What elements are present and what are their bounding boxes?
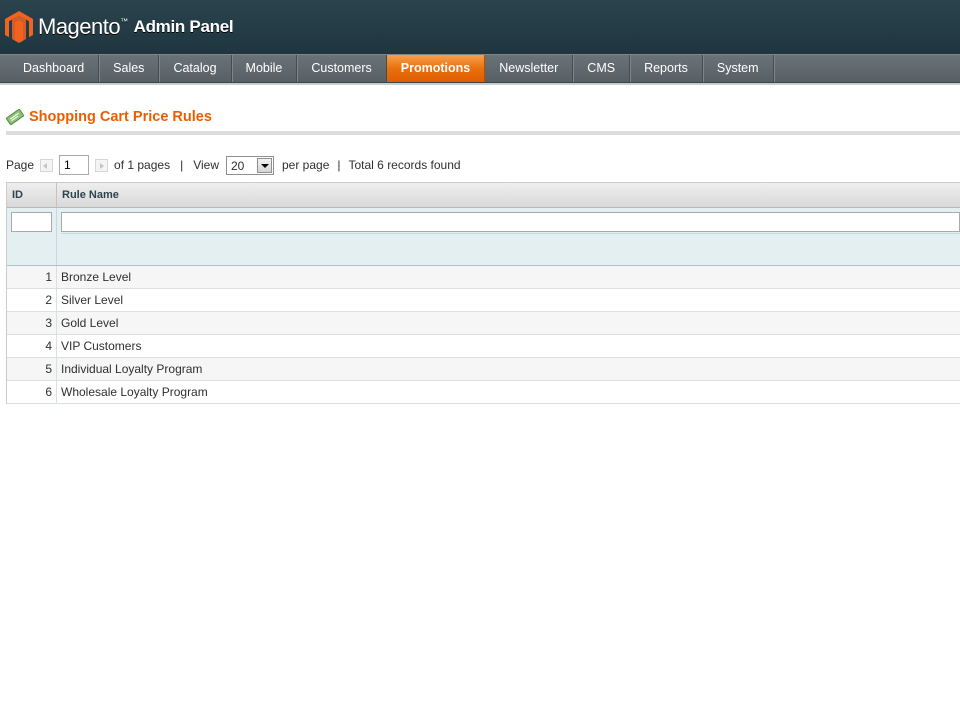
filter-spacer (61, 233, 960, 265)
page-header: Shopping Cart Price Rules (6, 108, 212, 126)
nav-item-dashboard[interactable]: Dashboard (0, 55, 100, 82)
grid-body: 1 Bronze Level 2 Silver Level 3 Gold Lev… (7, 266, 960, 404)
view-label: View (193, 158, 219, 172)
separator: | (337, 158, 341, 172)
header: Magento™ Admin Panel (0, 0, 960, 54)
cell-id: 5 (7, 358, 57, 380)
nav-item-mobile[interactable]: Mobile (232, 55, 298, 82)
cell-rule-name: Silver Level (61, 293, 124, 307)
cell-rule-name: Individual Loyalty Program (61, 362, 203, 376)
prev-page-icon[interactable] (40, 158, 54, 172)
title-divider (6, 131, 960, 135)
nav-item-system[interactable]: System (703, 55, 774, 82)
nav-divider (0, 83, 960, 85)
per-page-value: 20 (231, 158, 245, 173)
cell-id: 1 (7, 266, 57, 288)
nav-item-catalog[interactable]: Catalog (159, 55, 232, 82)
cell-id: 2 (7, 289, 57, 311)
magento-logo-icon (5, 11, 33, 43)
page-label: Page (6, 158, 35, 172)
table-row[interactable]: 3 Gold Level (7, 312, 960, 335)
page-count-text: of 1 pages (114, 158, 171, 172)
cell-id: 4 (7, 335, 57, 357)
filter-id-input[interactable] (11, 212, 52, 232)
column-header-id[interactable]: ID (7, 183, 57, 207)
cell-rule-name: Wholesale Loyalty Program (61, 385, 208, 399)
table-row[interactable]: 6 Wholesale Loyalty Program (7, 381, 960, 404)
nav-item-newsletter[interactable]: Newsletter (485, 55, 574, 82)
chevron-down-icon[interactable] (257, 157, 272, 173)
next-page-icon[interactable] (95, 158, 109, 172)
cell-id: 3 (7, 312, 57, 334)
grid-header: ID Rule Name (7, 182, 960, 208)
logo-subtitle: Admin Panel (133, 17, 234, 36)
main-nav: Dashboard Sales Catalog Mobile Customers… (0, 54, 960, 83)
magento-logo[interactable]: Magento™ Admin Panel (5, 10, 234, 44)
trademark: ™ (120, 17, 128, 26)
page-title: Shopping Cart Price Rules (29, 109, 212, 125)
table-row[interactable]: 4 VIP Customers (7, 335, 960, 358)
cell-id: 6 (7, 381, 57, 403)
table-row[interactable]: 2 Silver Level (7, 289, 960, 312)
total-records: Total 6 records found (348, 158, 461, 172)
nav-item-promotions[interactable]: Promotions (386, 55, 486, 82)
filter-cell-id (7, 208, 57, 265)
nav-item-reports[interactable]: Reports (630, 55, 703, 82)
cell-rule-name: Bronze Level (61, 270, 132, 284)
page-number-input[interactable] (59, 155, 90, 175)
table-row[interactable]: 5 Individual Loyalty Program (7, 358, 960, 381)
pager: Page of 1 pages | View 20 per page | Tot… (6, 155, 461, 175)
column-header-rule-name[interactable]: Rule Name (57, 183, 960, 207)
per-page-select[interactable]: 20 (226, 155, 274, 175)
nav-item-customers[interactable]: Customers (297, 55, 387, 82)
cell-rule-name: VIP Customers (61, 339, 142, 353)
filter-cell-rule-name (57, 208, 960, 265)
price-tag-icon (6, 109, 24, 125)
separator: | (180, 158, 184, 172)
table-row[interactable]: 1 Bronze Level (7, 266, 960, 289)
rules-grid: ID Rule Name 1 Bronze Level 2 Silver Lev… (6, 182, 960, 404)
grid-filter-row (7, 208, 960, 266)
nav-item-cms[interactable]: CMS (573, 55, 631, 82)
cell-rule-name: Gold Level (61, 316, 119, 330)
logo-text: Magento™ (38, 14, 128, 40)
nav-item-sales[interactable]: Sales (99, 55, 160, 82)
logo-wordmark: Magento (38, 14, 121, 39)
filter-rule-name-input[interactable] (61, 212, 960, 232)
per-page-label: per page (282, 158, 330, 172)
